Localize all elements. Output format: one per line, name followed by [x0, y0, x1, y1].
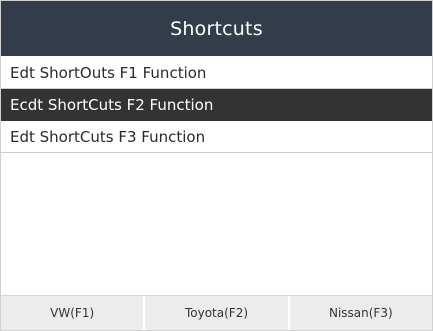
menu-item-label: Edt ShortCuts F3 Function: [10, 127, 206, 146]
nissan-f3-button[interactable]: Nissan(F3): [287, 296, 432, 330]
menu-item-edit-f1[interactable]: Edt ShortOuts F1 Function: [1, 57, 432, 89]
menu-item-edit-f2[interactable]: Ecdt ShortCuts F2 Function: [1, 89, 432, 121]
shortcut-menu-list: Edt ShortOuts F1 Function Ecdt ShortCuts…: [1, 57, 432, 153]
menu-item-label: Ecdt ShortCuts F2 Function: [10, 95, 214, 114]
menu-item-edit-f3[interactable]: Edt ShortCuts F3 Function: [1, 121, 432, 153]
vw-f1-button[interactable]: VW(F1): [1, 296, 144, 330]
toyota-f2-button[interactable]: Toyota(F2): [143, 296, 288, 330]
function-key-bar: VW(F1) Toyota(F2) Nissan(F3): [1, 295, 432, 330]
title-bar: Shortcuts: [1, 1, 432, 56]
menu-item-label: Edt ShortOuts F1 Function: [10, 63, 207, 82]
page-title: Shortcuts: [170, 17, 263, 40]
shortcuts-screen: Shortcuts Edt ShortOuts F1 Function Ecdt…: [0, 0, 433, 331]
